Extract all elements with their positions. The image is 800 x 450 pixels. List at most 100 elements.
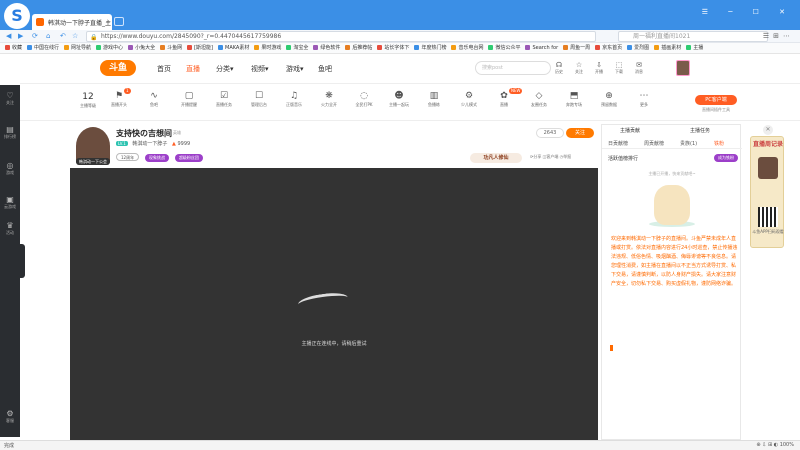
bookmark-label: 音乐电台网	[458, 45, 484, 51]
tool-item[interactable]: ♫ 正版音乐	[277, 90, 311, 108]
bookmark-item[interactable]: 果时游戏	[254, 43, 281, 53]
tool-item[interactable]: ⚑ 直播开头 1	[102, 88, 136, 108]
bookmark-item[interactable]: 音乐电台网	[451, 43, 483, 53]
home-icon[interactable]: ⌂	[46, 32, 50, 40]
sidebar-collapse-handle[interactable]	[18, 244, 25, 278]
header-icon-label: 历史	[555, 69, 563, 74]
bookmark-item[interactable]: 淘宝全	[286, 43, 308, 53]
browser-tab[interactable]: 韩淇动一下脖子直播_主	[32, 14, 112, 30]
bookmark-label: 游戏中心	[103, 45, 124, 51]
tool-item[interactable]: ☻ 主播一起玩	[382, 90, 416, 108]
challenge-badge[interactable]: 现象挑战	[145, 154, 170, 162]
nav-game[interactable]: 游戏▾	[286, 64, 304, 74]
tab-close-icon[interactable]: ✕	[102, 17, 108, 25]
forward-icon[interactable]: ▶	[18, 32, 23, 40]
window-controls[interactable]: ☰ ─ ☐ ✕	[702, 8, 794, 16]
tool-item[interactable]: ⚙ 少儿模式	[452, 90, 486, 108]
tab-daily[interactable]: 日贡献榜	[608, 140, 628, 147]
sidebar-item[interactable]: ♡ 关注	[0, 91, 20, 106]
undo-icon[interactable]: ↶	[60, 32, 66, 40]
new-tab-button[interactable]	[114, 17, 124, 26]
star-icon[interactable]: ☆	[72, 32, 78, 40]
notice-marker	[610, 345, 613, 351]
bookmark-item[interactable]: 插画素材	[654, 43, 681, 53]
sidebar-item[interactable]: ▤ 排行榜	[0, 125, 20, 140]
tool-item[interactable]: ☐ 管理后台	[242, 90, 276, 108]
streamer-level[interactable]: 12 主播等级	[75, 91, 101, 109]
sidebar-item[interactable]: ◎ 游戏	[0, 161, 20, 176]
bookmark-item[interactable]: MAKA素材	[218, 43, 249, 53]
bookmark-item[interactable]: 游戏中心	[96, 43, 123, 53]
ad-close-icon[interactable]: ✕	[763, 125, 773, 135]
tool-item[interactable]: ❋ 火力全开	[312, 90, 346, 108]
bookmark-item[interactable]: 中国在线行	[27, 43, 59, 53]
nav-home[interactable]: 首页	[157, 64, 171, 74]
brand-banner[interactable]: 功凡人修仙	[470, 153, 522, 163]
tab-weekly[interactable]: 周贡献榜	[644, 140, 664, 147]
tool-item[interactable]: ✿ 直播 NEW	[487, 88, 523, 108]
bookmark-item[interactable]: 绿色软件	[313, 43, 340, 53]
bookmark-item[interactable]: 年度热门榜	[414, 43, 446, 53]
back-icon[interactable]: ◀	[6, 32, 11, 40]
tab-tasks[interactable]: 主播任务	[690, 127, 710, 134]
sidebar-item[interactable]: ♛ 活动	[0, 221, 20, 236]
tool-item[interactable]: ◇ 友圈任务	[522, 90, 556, 108]
anniversary-badge[interactable]: 12周年	[116, 153, 140, 161]
nav-live[interactable]: 直播	[186, 64, 200, 74]
bookmark-item[interactable]: [斯坦能]	[187, 43, 213, 53]
sidebar-item[interactable]: ⚙ 客服	[0, 409, 20, 424]
fan-club-badge[interactable]: 超级粉丝团	[174, 154, 203, 162]
room-title: 支持快の吉想间	[116, 129, 172, 138]
bookmark-item[interactable]: 微信公众平	[488, 43, 520, 53]
tab-fans[interactable]: 铁粉	[714, 140, 724, 147]
bookmark-item[interactable]: 站长字体下	[377, 43, 409, 53]
bookmark-item[interactable]: 网址导航	[64, 43, 91, 53]
header-icon-button[interactable]: ⇩ 开播	[592, 61, 606, 75]
bookmark-item[interactable]: Search for	[525, 43, 558, 53]
browser-toolbar-icons[interactable]: ☰⊞⋯	[763, 32, 794, 40]
address-bar[interactable]: 🔒 https://www.douyu.com/2845090?_r=0.447…	[86, 31, 596, 42]
browser-search-input[interactable]: 周一福利直播间1021	[618, 31, 768, 42]
sidebar-item[interactable]: ▣ 云游戏	[0, 195, 20, 210]
site-search-input[interactable]: 搜索post	[475, 61, 551, 75]
room-tag[interactable]: 英雄	[173, 130, 181, 136]
douyu-logo[interactable]: 斗鱼	[100, 60, 136, 76]
status-icons[interactable]: ⊕ ⇩ ⊞ ◐ 100%	[756, 442, 794, 448]
video-player[interactable]: 主播正在连线中，请稍后重试	[70, 168, 598, 440]
header-icon-button[interactable]: ☆ 关注	[572, 61, 586, 75]
follow-button[interactable]: 关注	[566, 128, 594, 138]
user-avatar[interactable]	[676, 60, 690, 76]
nav-video[interactable]: 视频▾	[251, 64, 269, 74]
refresh-icon[interactable]: ⟳	[32, 32, 38, 40]
tool-item[interactable]: ☑ 直播任务	[207, 90, 241, 108]
bookmark-item[interactable]: 斗鱼网	[160, 43, 182, 53]
tool-item[interactable]: ▢ 开播提醒	[172, 90, 206, 108]
nav-category[interactable]: 分类▾	[216, 64, 234, 74]
bookmark-item[interactable]: 京东首页	[595, 43, 622, 53]
header-icon-button[interactable]: ☊ 历史	[552, 61, 566, 75]
tool-item[interactable]: ⊕ 预留数据	[592, 90, 626, 108]
room-links[interactable]: ⟳分享 ◫客户端 ◷举报	[530, 154, 571, 160]
bookmark-item[interactable]: 后推荐帖	[345, 43, 372, 53]
tool-item[interactable]: ⬒ 奔跑专场	[557, 90, 591, 108]
browser-logo[interactable]: S	[4, 3, 30, 29]
nav-fishbar[interactable]: 鱼吧	[318, 64, 332, 74]
pc-client-button[interactable]: PC客户端	[695, 95, 737, 105]
bookmark-item[interactable]: 收藏	[5, 43, 22, 53]
bookmark-item[interactable]: 主播	[686, 43, 703, 53]
tool-item[interactable]: ▥ 鱼播练	[417, 90, 451, 108]
header-icon-button[interactable]: ⬚ 下载	[612, 61, 626, 75]
tab-contribution[interactable]: 主播贡献	[620, 127, 640, 134]
loading-swoosh-icon	[297, 290, 349, 312]
streamer-name[interactable]: 韩淇动一下脖子	[132, 141, 167, 147]
tool-item[interactable]: ◌ 全民打PK	[347, 90, 381, 108]
become-fan-button[interactable]: 成为铁粉	[714, 154, 738, 162]
floating-ad[interactable]: ✕ 直播周记录 斗鱼APP扫码观看	[750, 125, 784, 248]
header-icon-button[interactable]: ✉ 消息	[632, 61, 646, 75]
tool-item[interactable]: ⋯ 更多	[627, 90, 661, 108]
tool-item[interactable]: ∿ 鱼吧	[137, 90, 171, 108]
bookmark-item[interactable]: 周鱼一周	[563, 43, 590, 53]
bookmark-item[interactable]: 小兔大全	[128, 43, 155, 53]
bookmark-item[interactable]: 爱烈图	[627, 43, 649, 53]
tab-noble[interactable]: 贵族(1)	[680, 140, 697, 147]
